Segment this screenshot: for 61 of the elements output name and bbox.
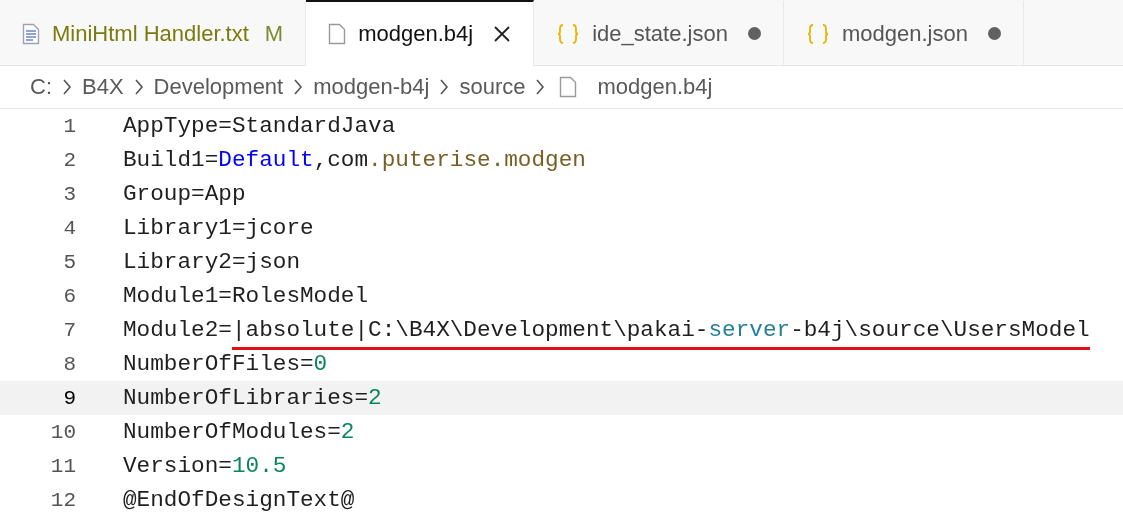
close-icon[interactable] bbox=[493, 25, 512, 43]
breadcrumb-item[interactable]: B4X bbox=[82, 74, 124, 100]
code-text: Module1=RolesModel bbox=[123, 282, 369, 311]
code-text: Version= bbox=[123, 452, 232, 481]
code-text: 0 bbox=[313, 350, 328, 379]
code-text: Module2= bbox=[123, 316, 232, 345]
editor-tab[interactable]: modgen.json bbox=[783, 0, 1024, 65]
code-text: NumberOfModules= bbox=[123, 418, 341, 447]
breadcrumb-item[interactable]: C: bbox=[30, 74, 52, 100]
code-text: NumberOfLibraries= bbox=[123, 384, 369, 413]
line-number: 10 bbox=[49, 420, 76, 444]
unsaved-dot-icon bbox=[987, 27, 1001, 40]
line-number: 5 bbox=[62, 250, 76, 274]
code-text: NumberOfFiles= bbox=[123, 350, 314, 379]
code-text: @EndOfDesignText@ bbox=[123, 486, 355, 515]
braces-icon bbox=[556, 22, 581, 45]
braces-icon bbox=[805, 22, 830, 45]
line-number: 9 bbox=[62, 386, 76, 410]
code-text: AppType=StandardJava bbox=[123, 112, 396, 141]
code-text: 2 bbox=[368, 384, 382, 413]
breadcrumb-item[interactable]: modgen.b4j bbox=[597, 74, 713, 100]
document-icon bbox=[22, 22, 40, 45]
line-number: 1 bbox=[62, 114, 76, 138]
chevron-icon bbox=[293, 78, 304, 96]
breadcrumb-item[interactable]: modgen-b4j bbox=[313, 74, 430, 100]
code-text: Group=App bbox=[123, 180, 246, 209]
code-text: Default bbox=[218, 146, 314, 175]
line-number: 2 bbox=[62, 148, 76, 172]
code-text: server bbox=[708, 310, 791, 350]
breadcrumb-item[interactable]: source bbox=[459, 74, 526, 100]
line-number: 7 bbox=[62, 318, 76, 342]
code-text: Library1=jcore bbox=[123, 214, 314, 243]
tab-label: modgen.json bbox=[841, 20, 968, 47]
code-text: Build1= bbox=[123, 146, 219, 175]
file-icon bbox=[559, 76, 578, 98]
code-text: .puterise.modgen bbox=[368, 146, 586, 175]
tab-label: modgen.b4j bbox=[358, 21, 474, 47]
code-text: 10.5 bbox=[231, 452, 287, 481]
unsaved-dot-icon bbox=[747, 27, 761, 40]
git-status: M bbox=[264, 20, 284, 47]
line-number: 11 bbox=[49, 454, 76, 478]
chevron-icon bbox=[62, 78, 72, 96]
chevron-icon bbox=[535, 78, 546, 96]
code-text: -b4j\source\UsersModel bbox=[790, 310, 1090, 350]
code-text: 2 bbox=[340, 418, 355, 447]
tab-label: MiniHtml Handler.txt bbox=[52, 20, 249, 47]
editor-tab[interactable]: ide_state.json bbox=[534, 0, 784, 65]
editor-tab[interactable]: modgen.b4j bbox=[306, 0, 535, 66]
line-number: 4 bbox=[62, 216, 76, 240]
file-icon bbox=[328, 23, 347, 45]
chevron-icon bbox=[133, 78, 144, 96]
code-text: ,com bbox=[313, 146, 369, 175]
chevron-icon bbox=[439, 78, 450, 96]
line-number: 12 bbox=[49, 488, 76, 512]
tab-label: ide_state.json bbox=[592, 20, 728, 47]
line-number: 3 bbox=[62, 182, 76, 206]
line-number: 6 bbox=[62, 284, 76, 308]
code-text: Library2=json bbox=[123, 248, 300, 277]
breadcrumb-item[interactable]: Development bbox=[153, 74, 284, 100]
code-text: |absolute|C:\B4X\Development\pakai- bbox=[231, 310, 709, 350]
line-number: 8 bbox=[62, 352, 76, 376]
